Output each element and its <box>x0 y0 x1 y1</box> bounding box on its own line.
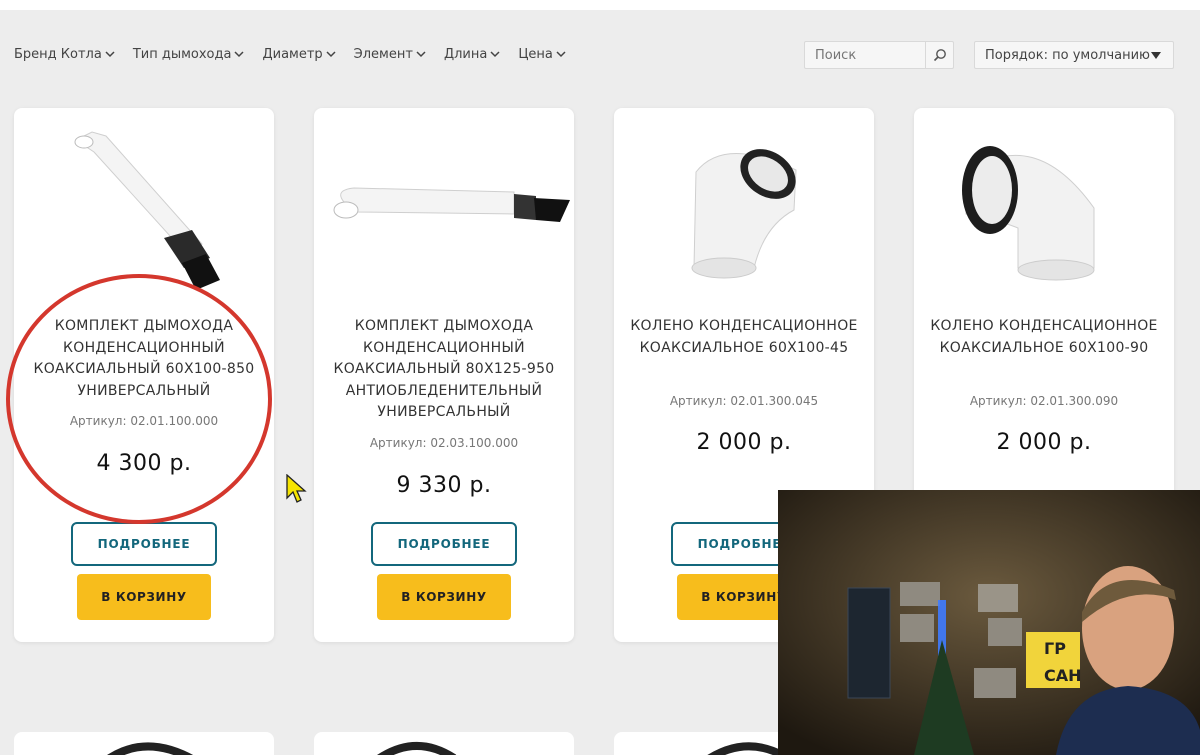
filter-label: Длина <box>443 46 488 62</box>
chevron-down-icon <box>556 51 566 58</box>
filter-chimney-type[interactable]: Тип дымохода <box>133 44 245 64</box>
product-title[interactable]: КОМПЛЕКТ ДЫМОХОДА КОНДЕНСАЦИОННЫЙ КОАКСИ… <box>326 316 562 424</box>
product-price: 2 000 р. <box>696 430 792 455</box>
chevron-down-icon <box>490 51 500 58</box>
details-button[interactable]: ПОДРОБНЕЕ <box>371 522 517 566</box>
filter-price[interactable]: Цена <box>518 44 566 64</box>
dropdown-arrow-icon <box>1151 52 1161 59</box>
chevron-down-icon <box>326 51 336 58</box>
product-title[interactable]: КОЛЕНО КОНДЕНСАЦИОННОЕ КОАКСИАЛЬНОЕ 60Х1… <box>926 316 1162 359</box>
filter-boiler-brand[interactable]: Бренд Котла <box>14 44 115 64</box>
sort-select[interactable]: Порядок: по умолчанию <box>974 41 1174 69</box>
product-image <box>377 742 457 755</box>
webcam-sign-text: САН <box>1044 666 1082 685</box>
product-image <box>333 187 570 222</box>
top-band <box>0 0 1200 10</box>
webcam-scene: ГР САН <box>778 490 1200 755</box>
product-card-next-row <box>14 732 274 755</box>
product-title[interactable]: КОМПЛЕКТ ДЫМОХОДА КОНДЕНСАЦИОННЫЙ КОАКСИ… <box>26 316 262 402</box>
product-sku: Артикул: 02.01.300.090 <box>969 394 1119 408</box>
sort-label: Порядок: по умолчанию <box>985 47 1150 63</box>
add-to-cart-button[interactable]: В КОРЗИНУ <box>377 574 511 620</box>
filter-label: Тип дымохода <box>132 46 232 62</box>
chevron-down-icon <box>416 51 426 58</box>
product-sku: Артикул: 02.01.300.045 <box>669 394 819 408</box>
product-image <box>107 742 194 755</box>
product-price: 4 300 р. <box>96 451 192 476</box>
product-price: 9 330 р. <box>396 473 492 498</box>
search-box <box>804 41 954 69</box>
filter-label: Элемент <box>353 46 413 62</box>
product-card: КОМПЛЕКТ ДЫМОХОДА КОНДЕНСАЦИОННЫЙ КОАКСИ… <box>14 108 274 642</box>
product-image <box>74 131 220 290</box>
product-price: 2 000 р. <box>996 430 1092 455</box>
filter-element[interactable]: Элемент <box>354 44 426 64</box>
chevron-down-icon <box>234 51 244 58</box>
product-sku: Артикул: 02.03.100.000 <box>369 436 519 450</box>
filter-diameter[interactable]: Диаметр <box>262 44 336 64</box>
webcam-overlay: ГР САН <box>778 490 1200 755</box>
product-card: КОМПЛЕКТ ДЫМОХОДА КОНДЕНСАЦИОННЫЙ КОАКСИ… <box>314 108 574 642</box>
mouse-cursor-icon <box>286 474 307 503</box>
filter-label: Бренд Котла <box>14 46 102 62</box>
product-title[interactable]: КОЛЕНО КОНДЕНСАЦИОННОЕ КОАКСИАЛЬНОЕ 60Х1… <box>626 316 862 359</box>
filter-bar: Бренд Котла Тип дымохода Диаметр Элемент… <box>14 44 584 64</box>
product-image <box>691 149 797 279</box>
search-input[interactable] <box>805 42 925 68</box>
webcam-sign-text: ГР <box>1044 639 1066 658</box>
product-sku: Артикул: 02.01.100.000 <box>69 414 219 428</box>
product-card-next-row <box>314 732 574 755</box>
search-button[interactable] <box>925 42 953 68</box>
chevron-down-icon <box>105 51 115 58</box>
filter-label: Цена <box>518 46 553 62</box>
add-to-cart-button[interactable]: В КОРЗИНУ <box>77 574 211 620</box>
details-button[interactable]: ПОДРОБНЕЕ <box>71 522 217 566</box>
filter-length[interactable]: Длина <box>444 44 500 64</box>
filter-label: Диаметр <box>262 46 323 62</box>
search-icon <box>933 49 946 62</box>
product-image <box>962 146 1095 281</box>
